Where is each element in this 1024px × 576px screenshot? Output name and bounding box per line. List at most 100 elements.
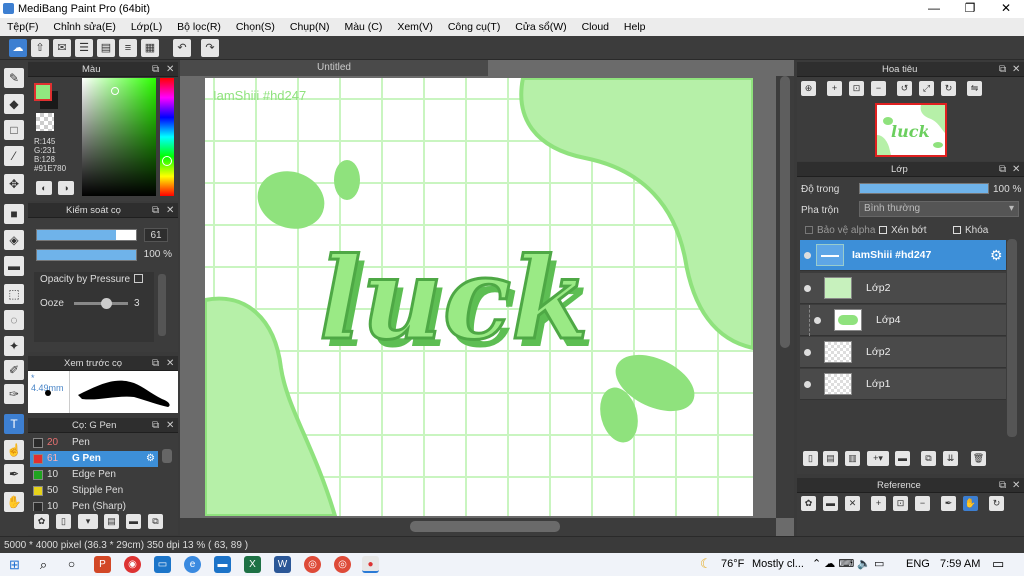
actual-size-icon[interactable]: ⊡ — [849, 81, 864, 96]
lock-checkbox[interactable] — [953, 226, 961, 234]
menu-layer[interactable]: Lớp(L) — [131, 18, 162, 33]
new-halftone-layer-icon[interactable]: ▤ — [823, 451, 838, 466]
desktop-app-icon[interactable]: ▭ — [154, 556, 171, 573]
layer-item[interactable]: Lớp2 — [800, 337, 1006, 368]
merge-layer-icon[interactable]: ⇊ — [943, 451, 958, 466]
brush-menu-icon[interactable]: ▾ — [78, 514, 98, 529]
file-explorer-icon[interactable]: ▬ — [214, 556, 231, 573]
dot-tool-icon[interactable]: □ — [4, 120, 24, 140]
gear-icon[interactable]: ⚙ — [990, 247, 1003, 264]
panel-close-icon[interactable]: ✕ — [166, 356, 174, 371]
drawing-canvas[interactable]: luck luck IamShiii #hd247 — [205, 78, 753, 516]
fit-view-icon[interactable]: ⊕ — [801, 81, 816, 96]
vertical-scroll-thumb[interactable] — [780, 76, 790, 348]
menu-filter[interactable]: Bộ lọc(R) — [177, 18, 221, 33]
panel-close-icon[interactable]: ✕ — [1012, 62, 1020, 77]
menu-snap[interactable]: Chụp(N) — [290, 18, 330, 33]
system-tray-icons[interactable]: ⌃ ☁ ⌨ 🔈 ▭ — [812, 557, 884, 570]
bucket-tool-icon[interactable]: ◈ — [4, 230, 24, 250]
minimize-button[interactable]: — — [916, 0, 952, 18]
edge-browser-icon[interactable]: e — [184, 556, 201, 573]
text-tool-icon[interactable]: T — [4, 414, 24, 434]
operation-tool-icon[interactable]: ☝ — [4, 440, 24, 460]
eye-icon[interactable] — [804, 349, 811, 356]
zoom-out-icon[interactable]: − — [871, 81, 886, 96]
color-history-icon[interactable]: ◑ — [58, 181, 74, 195]
panel-close-icon[interactable]: ✕ — [166, 62, 174, 77]
cloud-icon[interactable]: ☁ — [9, 39, 27, 57]
eye-icon[interactable] — [814, 317, 821, 324]
panel-close-icon[interactable]: ✕ — [1012, 162, 1020, 177]
eye-icon[interactable] — [804, 252, 811, 259]
brush-item[interactable]: 10 Edge Pen — [30, 467, 158, 483]
transparent-color-swatch[interactable] — [36, 113, 54, 131]
duplicate-layer-icon[interactable]: ⧉ — [921, 451, 936, 466]
layer-item[interactable]: Lớp1 — [800, 369, 1006, 400]
search-icon[interactable]: ⌕ — [35, 556, 52, 573]
reference-rotate-icon[interactable]: ↻ — [989, 496, 1004, 511]
brush-settings-icon[interactable]: ▤ — [104, 514, 119, 529]
redo-button[interactable]: ↷ — [201, 39, 219, 57]
windows-start-icon[interactable]: ⊞ — [6, 556, 23, 573]
undo-button[interactable]: ↶ — [173, 39, 191, 57]
delete-layer-icon[interactable]: 🗑 — [971, 451, 986, 466]
weather-description[interactable]: Mostly cl... — [752, 558, 804, 570]
brush-size-slider[interactable] — [36, 229, 137, 241]
gradient-tool-icon[interactable]: ▬ — [4, 256, 24, 276]
panel-close-icon[interactable]: ✕ — [166, 418, 174, 433]
select-pen-icon[interactable]: ✐ — [4, 360, 24, 380]
ooze-slider[interactable] — [74, 298, 128, 309]
eye-icon[interactable] — [804, 285, 811, 292]
eraser-tool-icon[interactable]: ◆ — [4, 94, 24, 114]
add-brush-icon[interactable]: ✿ — [34, 514, 49, 529]
chat-icon[interactable]: ☰ — [75, 39, 93, 57]
medibang-taskbar-icon[interactable]: ● — [362, 556, 379, 573]
reference-hand-icon[interactable]: ✋ — [963, 496, 978, 511]
horizontal-scroll-thumb[interactable] — [410, 521, 560, 532]
brush-item[interactable]: 50 Stipple Pen — [30, 483, 158, 499]
folder-icon[interactable]: ▬ — [895, 451, 910, 466]
clock-time[interactable]: 7:59 AM — [940, 558, 980, 570]
input-language[interactable]: ENG — [906, 558, 930, 570]
chrome-profile-icon[interactable]: ◎ — [334, 556, 351, 573]
ooze-slider-handle[interactable] — [101, 298, 112, 309]
protect-alpha-checkbox[interactable] — [805, 226, 813, 234]
canvas-horizontal-scrollbar[interactable] — [180, 518, 776, 536]
menu-select[interactable]: Chọn(S) — [236, 18, 275, 33]
canvas-vertical-scrollbar[interactable] — [776, 76, 794, 518]
menu-color[interactable]: Màu (C) — [344, 18, 382, 33]
fill-rect-tool-icon[interactable]: ■ — [4, 204, 24, 224]
brush-tool-icon[interactable]: ✎ — [4, 68, 24, 88]
new-8bit-layer-icon[interactable]: ▥ — [845, 451, 860, 466]
navigator-thumbnail[interactable]: luck — [875, 103, 947, 157]
menu-cloud[interactable]: Cloud — [582, 18, 609, 33]
gear-icon[interactable]: ⚙ — [146, 451, 155, 467]
layer-item[interactable]: Lớp2 — [800, 273, 1006, 304]
brush-folder-icon[interactable]: ▬ — [126, 514, 141, 529]
palette-icon[interactable]: ◐ — [36, 181, 52, 195]
chrome-icon[interactable]: ◎ — [304, 556, 321, 573]
brush-size-value[interactable]: 61 — [144, 228, 168, 242]
rotate-right-icon[interactable]: ↻ — [941, 81, 956, 96]
eye-icon[interactable] — [804, 381, 811, 388]
panel-close-icon[interactable]: ✕ — [166, 203, 174, 218]
brush-opacity-slider[interactable] — [36, 249, 137, 261]
reference-eyedropper-icon[interactable]: ✒ — [941, 496, 956, 511]
panel-undock-icon[interactable]: ⧉ — [999, 62, 1006, 77]
menu-tools[interactable]: Công cụ(T) — [448, 18, 501, 33]
brush-list-scrollbar[interactable] — [162, 449, 172, 463]
task-view-icon[interactable]: ○ — [63, 556, 80, 573]
primary-color-swatch[interactable] — [34, 83, 52, 101]
reference-open-icon[interactable]: ▬ — [823, 496, 838, 511]
brush-control-scrollbar[interactable] — [158, 274, 166, 336]
panel-undock-icon[interactable]: ⧉ — [999, 478, 1006, 493]
select-eraser-icon[interactable]: ✑ — [4, 384, 24, 404]
document-icon[interactable]: ▤ — [97, 39, 115, 57]
word-icon[interactable]: W — [274, 556, 291, 573]
opacity-pressure-checkbox[interactable] — [134, 274, 143, 283]
eyedropper-tool-icon[interactable]: ✒ — [4, 464, 24, 484]
reference-add-icon[interactable]: ✿ — [801, 496, 816, 511]
panel-undock-icon[interactable]: ⧉ — [999, 162, 1006, 177]
brush-duplicate-icon[interactable]: ⧉ — [148, 514, 163, 529]
reference-zoom-out-icon[interactable]: − — [915, 496, 930, 511]
